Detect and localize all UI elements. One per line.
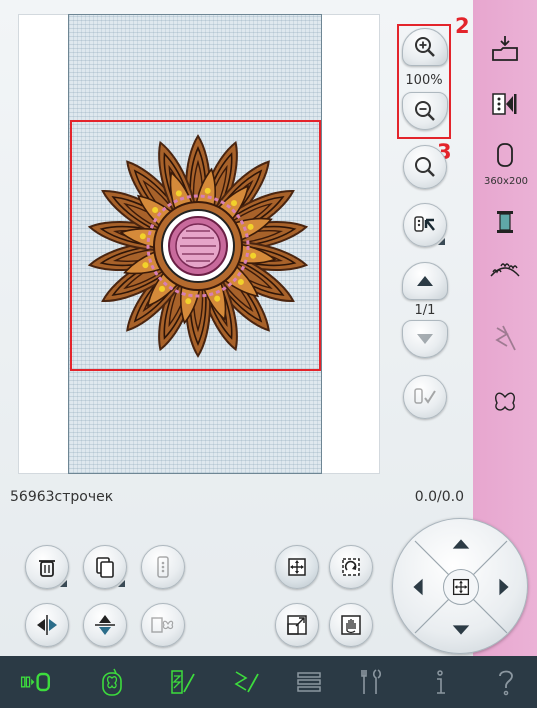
move-arrows-icon bbox=[452, 578, 470, 596]
group-butterfly-icon bbox=[151, 617, 174, 633]
folder-arrow-icon bbox=[492, 36, 518, 61]
zoom-out-icon bbox=[415, 101, 435, 121]
corner-indicator bbox=[118, 580, 125, 587]
embroidery-edit-icon bbox=[102, 668, 122, 696]
tools-icon bbox=[361, 669, 382, 694]
thread-color-button[interactable] bbox=[483, 204, 527, 240]
stitch-jump-icon bbox=[492, 93, 517, 115]
corner-indicator bbox=[60, 580, 67, 587]
dpad-right-button[interactable] bbox=[489, 572, 519, 602]
trash-icon bbox=[39, 560, 55, 577]
copy-icon bbox=[96, 557, 114, 578]
resize-icon bbox=[287, 615, 307, 635]
duplicate-button[interactable] bbox=[83, 545, 127, 589]
stitch-order-button[interactable] bbox=[483, 86, 527, 122]
selection-frame bbox=[70, 120, 321, 371]
arrow-up-icon bbox=[417, 276, 433, 286]
thread-spool-icon bbox=[497, 211, 513, 233]
list-icon bbox=[297, 672, 321, 692]
stitch-edit-icon bbox=[495, 325, 516, 351]
stitch-program-icon bbox=[171, 670, 195, 694]
arrow-down-icon bbox=[452, 625, 470, 635]
hoop-icon bbox=[497, 143, 513, 167]
stitch-count: 56963строчек bbox=[10, 489, 114, 505]
move-button[interactable] bbox=[275, 545, 319, 589]
edit-stitches-button[interactable] bbox=[483, 320, 527, 356]
info-icon bbox=[437, 670, 445, 694]
arrow-down-icon bbox=[417, 334, 433, 344]
hoop-size-label: 360x200 bbox=[483, 176, 529, 187]
zoom-in-icon bbox=[415, 37, 435, 57]
page-up-button[interactable] bbox=[402, 262, 448, 300]
position-coordinates: 0.0/0.0 bbox=[414, 489, 464, 505]
mirror-vertical-icon bbox=[95, 615, 115, 635]
mirror-horizontal-icon bbox=[37, 615, 57, 635]
mirror-vertical-button[interactable] bbox=[83, 603, 127, 647]
select-cursor-icon bbox=[414, 216, 435, 232]
group-design-button[interactable] bbox=[141, 603, 185, 647]
dpad-up-button[interactable] bbox=[443, 529, 479, 559]
direction-pad bbox=[392, 518, 528, 654]
mode-switch-icon bbox=[20, 672, 50, 692]
corner-indicator bbox=[438, 238, 445, 245]
help-tab[interactable] bbox=[484, 662, 528, 702]
info-tab[interactable] bbox=[418, 662, 462, 702]
help-question-icon bbox=[499, 670, 513, 696]
callout-number-2: 2 bbox=[455, 14, 470, 38]
load-design-button[interactable] bbox=[483, 30, 527, 66]
design-shaping-button[interactable] bbox=[483, 252, 527, 288]
butterfly-arc-icon bbox=[490, 263, 520, 277]
arrow-up-icon bbox=[452, 539, 470, 549]
settings-tab[interactable] bbox=[349, 662, 393, 702]
arrow-left-icon bbox=[413, 578, 423, 596]
magnifier-icon bbox=[415, 157, 435, 177]
stitch-creator-tab[interactable] bbox=[224, 662, 268, 702]
hoop-select-button[interactable] bbox=[483, 140, 527, 170]
zoom-all-button[interactable] bbox=[403, 145, 447, 189]
hand-icon bbox=[341, 615, 361, 635]
sewing-mode-toggle[interactable] bbox=[14, 662, 58, 702]
stitch-select-button[interactable] bbox=[141, 545, 185, 589]
delete-button[interactable] bbox=[25, 545, 69, 589]
rotate-button[interactable] bbox=[329, 545, 373, 589]
dpad-down-button[interactable] bbox=[443, 615, 479, 645]
confirm-selection-button[interactable] bbox=[403, 375, 447, 419]
rotate-icon bbox=[342, 558, 360, 576]
select-design-button[interactable] bbox=[403, 203, 447, 247]
dpad-left-button[interactable] bbox=[403, 572, 433, 602]
move-arrows-icon bbox=[288, 558, 306, 576]
embroidery-edit-tab[interactable] bbox=[90, 662, 134, 702]
dpad-center-button[interactable] bbox=[443, 569, 479, 605]
butterfly-icon bbox=[495, 392, 515, 411]
mirror-horizontal-button[interactable] bbox=[25, 603, 69, 647]
file-manager-tab[interactable] bbox=[287, 662, 331, 702]
pan-button[interactable] bbox=[329, 603, 373, 647]
scale-button[interactable] bbox=[275, 603, 319, 647]
check-icon bbox=[414, 388, 436, 404]
stitch-creator-icon bbox=[234, 671, 259, 693]
zoom-in-button[interactable] bbox=[402, 28, 448, 66]
shape-design-button[interactable] bbox=[483, 385, 527, 421]
stitch-frame-icon bbox=[157, 556, 169, 578]
page-indicator: 1/1 bbox=[414, 303, 436, 318]
stitch-program-tab[interactable] bbox=[160, 662, 204, 702]
zoom-level: 100% bbox=[405, 73, 443, 88]
arrow-right-icon bbox=[499, 578, 509, 596]
